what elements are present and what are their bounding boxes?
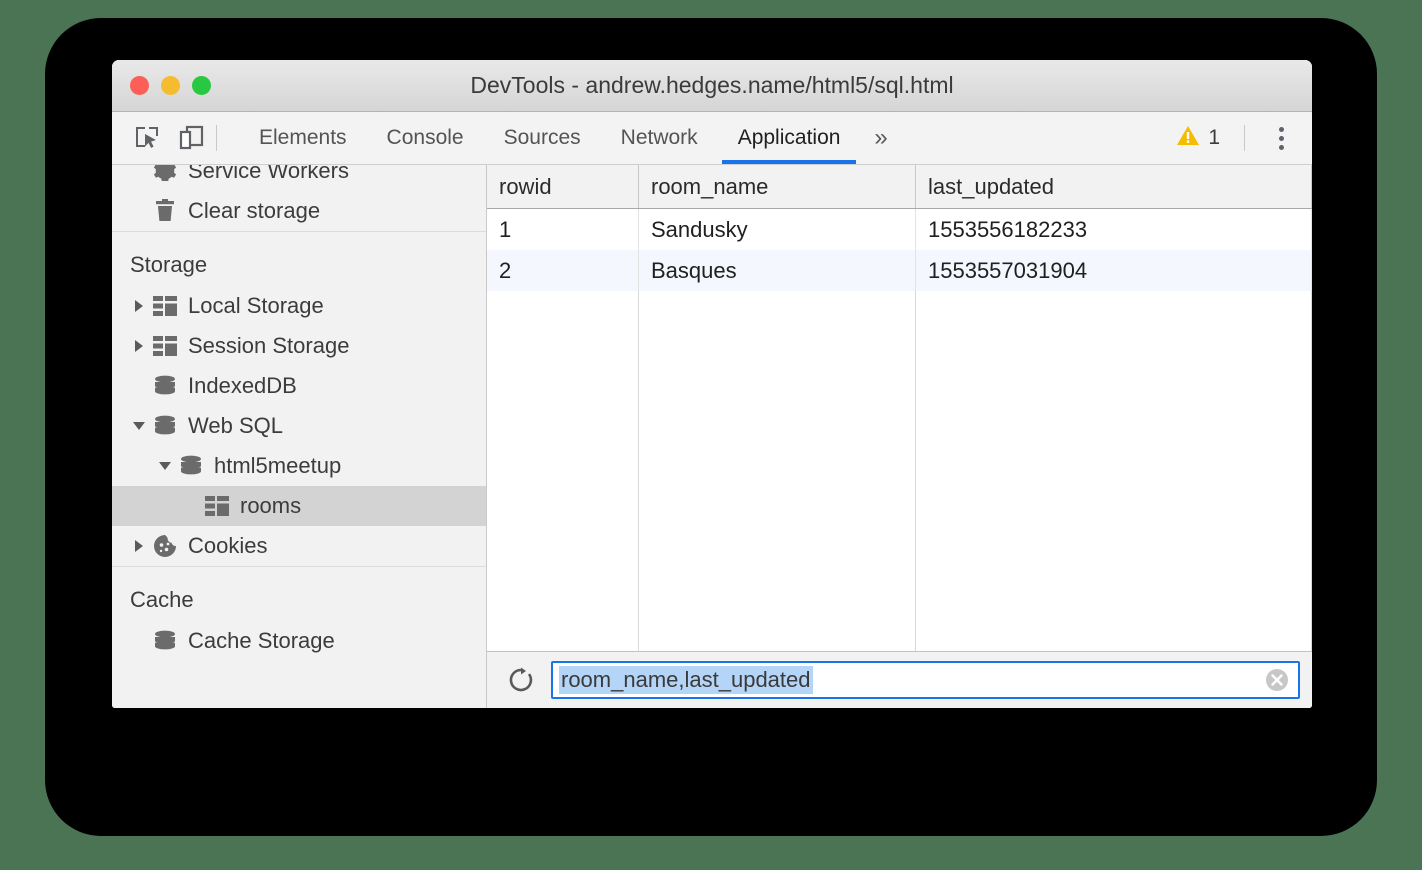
sidebar-item-web-sql[interactable]: Web SQL [112,406,486,446]
devtools-window: DevTools - andrew.hedges.name/html5/sql.… [112,60,1312,708]
chevron-down-icon[interactable] [156,462,174,470]
sidebar-item-label: rooms [240,495,301,517]
datagrid: rowid room_name last_updated 1 Sandusky … [487,165,1312,651]
sidebar-item-html5meetup[interactable]: html5meetup [112,446,486,486]
tab-label: Elements [259,126,347,150]
cookie-icon [152,534,178,558]
warning-indicator[interactable]: 1 [1176,125,1220,152]
tab-elements[interactable]: Elements [239,112,367,164]
sidebar-section-header-storage: Storage [112,232,486,286]
tab-console[interactable]: Console [367,112,484,164]
sidebar-item-service-workers[interactable]: Service Workers [112,165,486,191]
column-header-last-updated[interactable]: last_updated [916,165,1312,208]
toolbar-right-group: 1 [1176,125,1312,152]
tab-sources[interactable]: Sources [484,112,601,164]
chevron-right-icon[interactable] [130,540,148,552]
sidebar-item-label: html5meetup [214,455,341,477]
datagrid-panel: rowid room_name last_updated 1 Sandusky … [487,165,1312,708]
warning-count: 1 [1208,126,1220,150]
tab-label: Console [387,126,464,150]
gear-icon [152,165,178,183]
sidebar-item-label: Local Storage [188,295,324,317]
sidebar-item-rooms[interactable]: rooms [112,486,486,526]
table-row[interactable]: 1 Sandusky 1553556182233 [487,209,1312,250]
empty-column-last-updated [916,291,1312,651]
trash-icon [152,199,178,223]
chevron-double-right-icon: » [874,124,887,152]
sidebar-item-label: Cache Storage [188,630,335,652]
sidebar-item-clear-storage[interactable]: Clear storage [112,191,486,231]
tab-label: Application [738,126,841,150]
tab-label: Network [621,126,698,150]
empty-column-room-name [639,291,916,651]
warning-triangle-icon [1176,125,1200,152]
cell-last-updated: 1553557031904 [916,250,1312,291]
chevron-right-icon[interactable] [130,300,148,312]
database-icon [152,630,178,652]
sidebar-section-storage: Storage Local Storage [112,232,486,566]
sidebar-item-local-storage[interactable]: Local Storage [112,286,486,326]
empty-column-rowid [487,291,639,651]
table-icon [204,496,230,516]
toolbar-separator [216,125,217,151]
query-bar: room_name,last_updated [487,651,1312,708]
tab-network[interactable]: Network [601,112,718,164]
panel-tabs: Elements Console Sources Network Applica… [239,112,902,164]
cell-rowid: 1 [487,209,639,250]
sidebar-section-header-cache: Cache [112,567,486,621]
chevron-right-icon[interactable] [130,340,148,352]
database-icon [152,415,178,437]
cell-room-name: Basques [639,250,916,291]
kebab-menu-icon[interactable] [1269,127,1294,150]
screenshot-canvas: DevTools - andrew.hedges.name/html5/sql.… [0,0,1422,870]
sidebar-item-cache-storage[interactable]: Cache Storage [112,621,486,661]
application-sidebar: Service Workers Clear storage [112,165,487,708]
datagrid-header-row: rowid room_name last_updated [487,165,1312,209]
column-header-room-name[interactable]: room_name [639,165,916,208]
refresh-icon[interactable] [505,664,537,696]
device-toolbar-icon[interactable] [176,123,206,153]
sidebar-item-label: Session Storage [188,335,349,357]
query-input[interactable]: room_name,last_updated [551,661,1300,699]
database-icon [178,455,204,477]
sidebar-item-indexeddb[interactable]: IndexedDB [112,366,486,406]
devtools-toolbar: Elements Console Sources Network Applica… [112,112,1312,165]
chevron-down-icon[interactable] [130,422,148,430]
inspect-element-icon[interactable] [132,123,162,153]
sidebar-item-label: Cookies [188,535,267,557]
cell-rowid: 2 [487,250,639,291]
sidebar-item-cookies[interactable]: Cookies [112,526,486,566]
query-input-value: room_name,last_updated [559,666,813,693]
toolbar-separator-right [1244,125,1245,151]
clear-input-icon[interactable] [1264,667,1290,693]
table-icon [152,336,178,356]
datagrid-empty-area [487,291,1312,651]
sidebar-item-session-storage[interactable]: Session Storage [112,326,486,366]
sidebar-item-label: Service Workers [188,165,349,182]
sidebar-item-label: Clear storage [188,200,320,222]
toolbar-left-icons [112,123,206,153]
sidebar-item-label: IndexedDB [188,375,297,397]
more-tabs-button[interactable]: » [860,112,901,164]
sidebar-item-label: Web SQL [188,415,283,437]
devtools-body: Service Workers Clear storage [112,165,1312,708]
sidebar-top-group: Service Workers Clear storage [112,165,486,231]
window-title: DevTools - andrew.hedges.name/html5/sql.… [112,72,1312,99]
cell-room-name: Sandusky [639,209,916,250]
tab-label: Sources [504,126,581,150]
tab-application[interactable]: Application [718,112,861,164]
window-titlebar: DevTools - andrew.hedges.name/html5/sql.… [112,60,1312,112]
column-header-rowid[interactable]: rowid [487,165,639,208]
sidebar-section-cache: Cache Cache Storage [112,567,486,661]
cell-last-updated: 1553556182233 [916,209,1312,250]
database-icon [152,375,178,397]
table-row[interactable]: 2 Basques 1553557031904 [487,250,1312,291]
table-icon [152,296,178,316]
